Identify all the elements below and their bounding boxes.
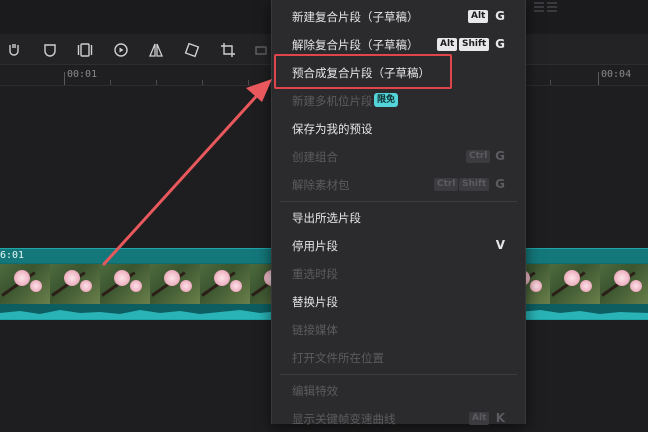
menu-item-replace-clip[interactable]: 替换片段 <box>272 287 525 315</box>
menu-item-link-media[interactable]: 链接媒体 <box>272 315 525 343</box>
menu-item-disable-clip[interactable]: 停用片段 V <box>272 231 525 259</box>
play-circle-icon[interactable] <box>113 42 129 58</box>
thumbnail <box>0 264 50 304</box>
menu-item-label: 停用片段 <box>292 239 338 253</box>
clip-time: 6:01 <box>0 250 25 261</box>
free-badge: 限免 <box>374 93 399 107</box>
more-icon[interactable] <box>254 42 270 58</box>
mirror-icon[interactable] <box>77 42 93 58</box>
thumbnail <box>50 264 100 304</box>
shield-icon[interactable] <box>42 42 58 58</box>
menu-item-label: 创建组合 <box>292 150 338 164</box>
shortcut-letter: G <box>495 149 505 163</box>
ruler-tick <box>156 80 157 85</box>
menu-item-edit-effects[interactable]: 编辑特效 <box>272 376 525 404</box>
shortcut-key: Ctrl <box>434 178 459 191</box>
shortcut-key: Shift <box>459 178 490 191</box>
thumbnail <box>200 264 250 304</box>
ruler-tick <box>64 72 65 85</box>
shortcut-letter: G <box>495 177 505 191</box>
menu-item-label: 保存为我的预设 <box>292 122 373 136</box>
menu-item-label: 新建复合片段（子草稿） <box>292 10 419 24</box>
menu-item-new-compound-clip[interactable]: 新建复合片段（子草稿） Alt G <box>272 2 525 30</box>
menu-item-label: 解除素材包 <box>292 178 350 192</box>
menu-item-reselect-range[interactable]: 重选时段 <box>272 259 525 287</box>
thumbnail <box>550 264 600 304</box>
shortcut-letter: V <box>495 238 505 252</box>
menu-item-save-preset[interactable]: 保存为我的预设 <box>272 114 525 142</box>
menu-item-label: 打开文件所在位置 <box>292 351 384 365</box>
thumbnail <box>100 264 150 304</box>
freeze-icon[interactable] <box>6 42 22 58</box>
shortcut-key: Shift <box>459 38 490 51</box>
menu-item-label: 导出所选片段 <box>292 211 361 225</box>
shortcut-key: Alt <box>437 38 458 51</box>
ruler-tick <box>248 80 249 85</box>
menu-item-label: 重选时段 <box>292 267 338 281</box>
shortcut-letter: K <box>495 411 505 425</box>
menu-item-label: 编辑特效 <box>292 384 338 398</box>
thumbnail <box>600 264 648 304</box>
menu-item-label: 解除复合片段（子草稿） <box>292 38 419 52</box>
menu-item-ungroup-pack[interactable]: 解除素材包 Ctrl Shift G <box>272 170 525 198</box>
menu-item-create-group[interactable]: 创建组合 Ctrl G <box>272 142 525 170</box>
shortcut-letter: G <box>495 37 505 51</box>
ruler-tick <box>110 80 111 85</box>
ruler-tick <box>598 72 599 85</box>
menu-item-new-multicam-clip[interactable]: 新建多机位片段 限免 <box>272 86 525 114</box>
menu-item-label: 显示关键帧变速曲线 <box>292 412 396 426</box>
menu-item-open-file-location[interactable]: 打开文件所在位置 <box>272 343 525 371</box>
ruler-label-00-04: 00:04 <box>601 69 632 80</box>
shortcut-key: Alt <box>469 412 490 425</box>
menu-item-label: 链接媒体 <box>292 323 338 337</box>
menu-item-show-keyframe-speed-curve[interactable]: 显示关键帧变速曲线 Alt K <box>272 404 525 432</box>
shortcut-key: Ctrl <box>466 150 491 163</box>
highlight-box <box>274 54 452 89</box>
menu-item-export-selected[interactable]: 导出所选片段 <box>272 203 525 231</box>
shortcut-letter: G <box>495 9 505 23</box>
menu-lines-icon <box>534 0 560 14</box>
menu-separator <box>280 374 517 375</box>
ruler-label-00-01: 00:01 <box>67 69 98 80</box>
thumbnail <box>150 264 200 304</box>
crop-icon[interactable] <box>220 42 236 58</box>
menu-item-label: 替换片段 <box>292 295 338 309</box>
menu-item-label: 新建多机位片段 <box>292 94 373 108</box>
shortcut-key: Alt <box>468 10 489 23</box>
flip-icon[interactable] <box>148 42 164 58</box>
ruler-tick <box>550 80 551 85</box>
ruler-tick <box>202 80 203 85</box>
menu-separator <box>280 201 517 202</box>
rotate-icon[interactable] <box>184 42 200 58</box>
